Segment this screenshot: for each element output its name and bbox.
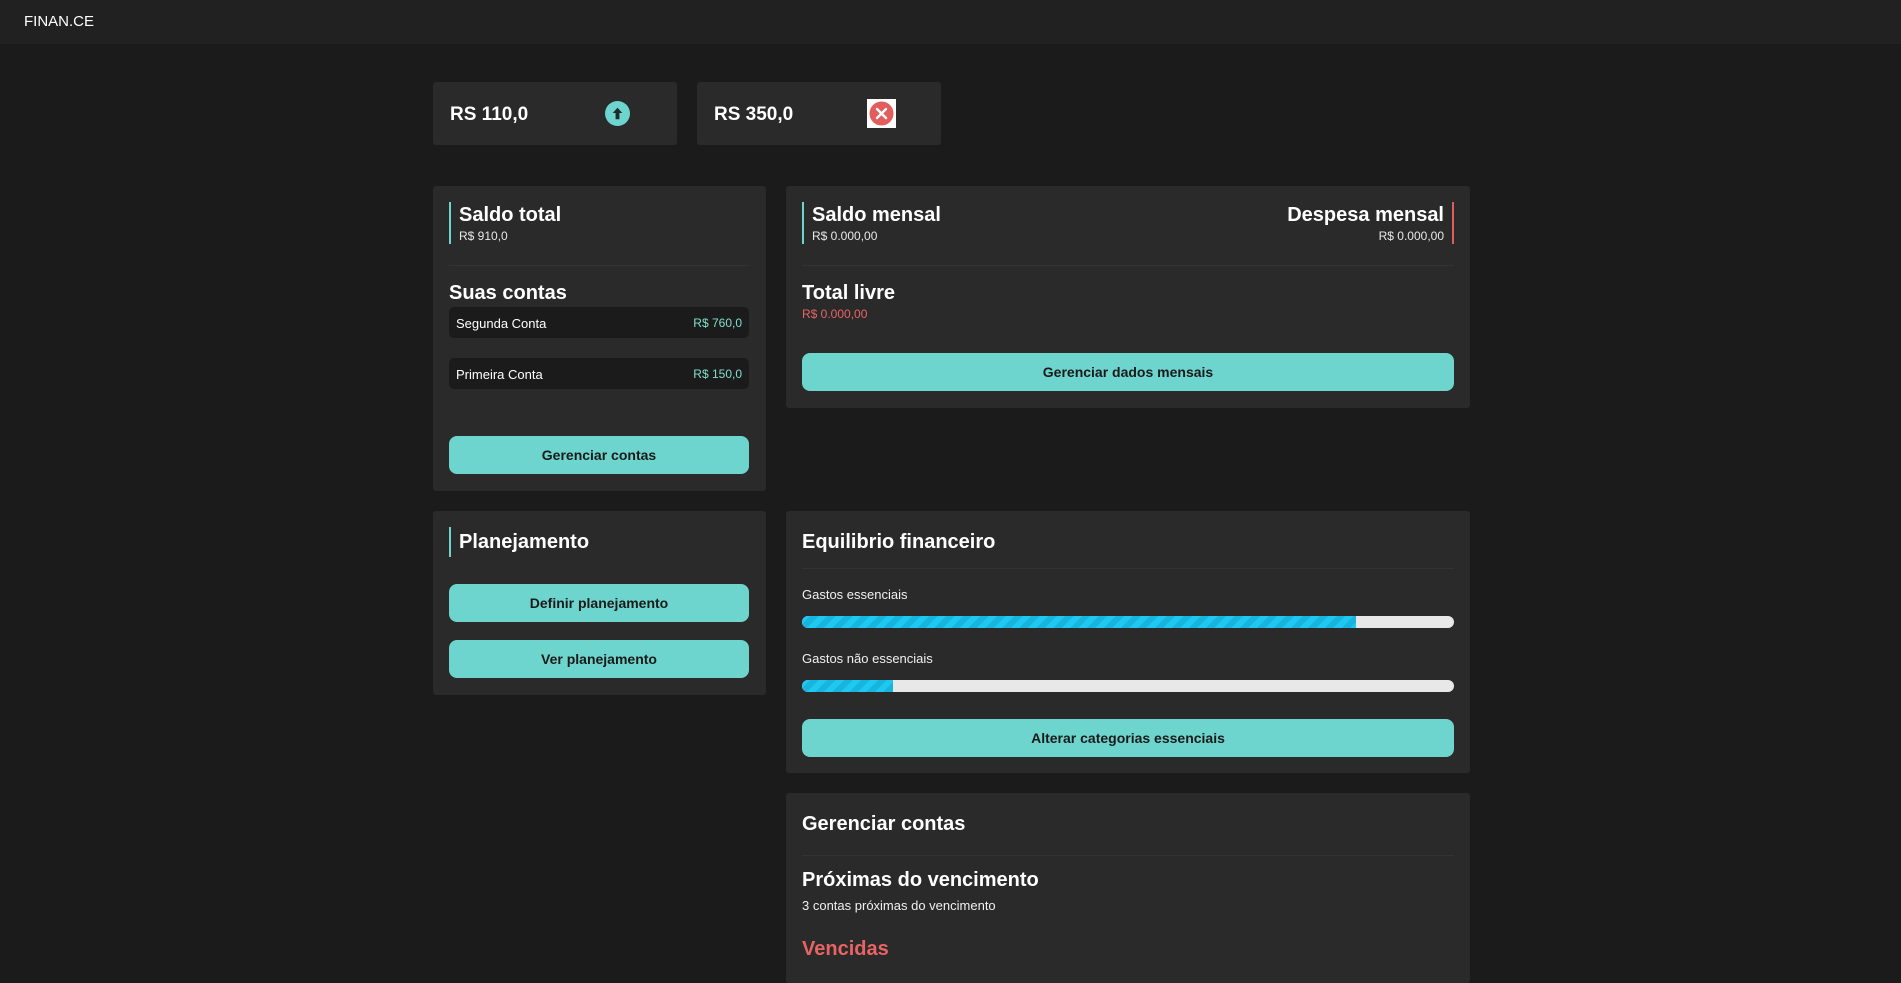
account-value: R$ 150,0 [693, 367, 742, 381]
monthly-expense-heading: Despesa mensal R$ 0.000,00 [1287, 202, 1454, 244]
bills-title: Gerenciar contas [802, 813, 966, 835]
free-total-value: R$ 0.000,00 [802, 307, 868, 321]
overdue-title: Vencidas [802, 938, 889, 960]
essential-label: Gastos essenciais [802, 587, 908, 602]
expense-stat-card: RS 350,0 [697, 82, 941, 145]
financial-balance-card: Equilibrio financeiro Gastos essenciais … [786, 511, 1470, 773]
accounts-title: Suas contas [449, 282, 567, 304]
upcoming-title: Próximas do vencimento [802, 869, 1039, 891]
change-essential-categories-button[interactable]: Alterar categorias essenciais [802, 719, 1454, 757]
divider [802, 568, 1454, 569]
essential-progress-bar [802, 616, 1454, 628]
income-stat-card: RS 110,0 [433, 82, 677, 145]
planning-card: Planejamento Definir planejamento Ver pl… [433, 511, 766, 695]
manage-accounts-button[interactable]: Gerenciar contas [449, 436, 749, 474]
free-total-title: Total livre [802, 282, 895, 304]
total-balance-heading: Saldo total R$ 910,0 [449, 202, 561, 244]
define-planning-button[interactable]: Definir planejamento [449, 584, 749, 622]
total-balance-title: Saldo total [459, 204, 562, 226]
monthly-balance-heading: Saldo mensal R$ 0.000,00 [802, 202, 941, 244]
non-essential-progress-fill [802, 680, 894, 692]
total-balance-card: Saldo total R$ 910,0 Suas contas Segunda… [433, 186, 766, 491]
bills-card: Gerenciar contas Próximas do vencimento … [786, 793, 1470, 983]
arrow-up-circle-icon [605, 101, 630, 126]
manage-monthly-button[interactable]: Gerenciar dados mensais [802, 353, 1454, 391]
total-balance-value: R$ 910,0 [459, 229, 508, 243]
divider [802, 265, 1454, 266]
account-row[interactable]: Segunda Conta R$ 760,0 [449, 307, 749, 338]
monthly-expense-value: R$ 0.000,00 [1378, 229, 1444, 243]
planning-heading: Planejamento [449, 527, 589, 557]
free-total-heading: Total livre R$ 0.000,00 [802, 280, 895, 322]
monthly-balance-value: R$ 0.000,00 [812, 229, 878, 243]
close-square-icon [867, 99, 896, 128]
planning-title: Planejamento [459, 531, 590, 553]
account-value: R$ 760,0 [693, 316, 742, 330]
non-essential-label: Gastos não essenciais [802, 651, 933, 666]
account-name: Segunda Conta [456, 316, 547, 331]
view-planning-button[interactable]: Ver planejamento [449, 640, 749, 678]
account-name: Primeira Conta [456, 367, 543, 382]
account-row[interactable]: Primeira Conta R$ 150,0 [449, 358, 749, 389]
income-amount: RS 110,0 [450, 104, 529, 125]
upcoming-subtitle: 3 contas próximas do vencimento [802, 898, 996, 913]
monthly-card: Saldo mensal R$ 0.000,00 Despesa mensal … [786, 186, 1470, 408]
monthly-balance-title: Saldo mensal [812, 204, 941, 226]
divider [449, 265, 749, 266]
top-bar: FINAN.CE [0, 0, 1901, 44]
brand-logo[interactable]: FINAN.CE [24, 13, 94, 30]
expense-amount: RS 350,0 [714, 104, 794, 125]
financial-balance-title: Equilibrio financeiro [802, 531, 996, 553]
monthly-expense-title: Despesa mensal [1287, 204, 1444, 226]
essential-progress-fill [802, 616, 1357, 628]
non-essential-progress-bar [802, 680, 1454, 692]
divider [802, 855, 1454, 856]
